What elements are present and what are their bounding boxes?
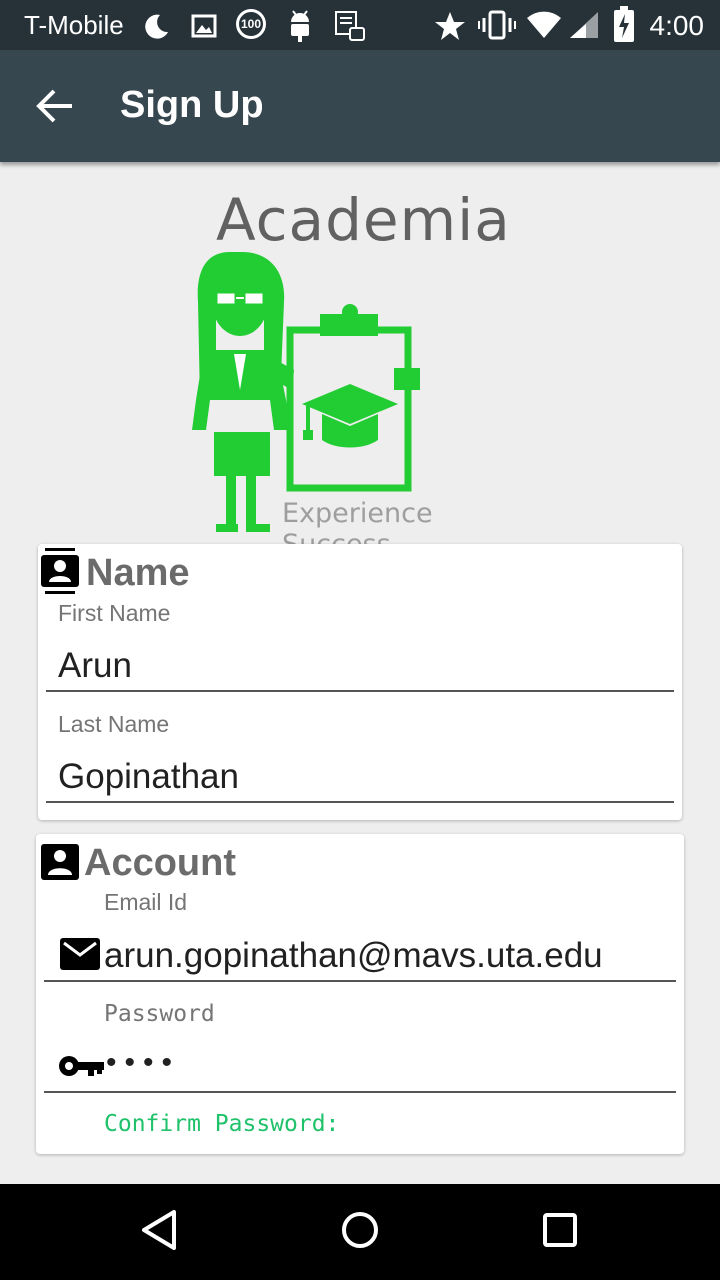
moon-icon — [145, 14, 168, 39]
last-name-label: Last Name — [58, 711, 170, 737]
email-field[interactable]: arun.gopinathan@mavs.uta.edu — [104, 936, 603, 976]
first-name-field[interactable]: Arun — [58, 646, 132, 686]
carrier-name: T-Mobile — [24, 10, 124, 40]
page-title: Sign Up — [120, 84, 264, 126]
back-triangle-icon[interactable] — [140, 1208, 180, 1252]
password-field[interactable]: •••• — [106, 1046, 180, 1080]
key-icon — [59, 1056, 104, 1076]
email-icon — [60, 938, 100, 970]
last-name-underline — [46, 801, 674, 803]
vibrate-icon — [478, 10, 516, 40]
back-arrow-icon[interactable] — [36, 88, 76, 124]
section-title-name: Name — [86, 552, 190, 594]
badge-100-icon: 100 — [236, 9, 266, 39]
confirm-password-label: Confirm Password: — [104, 1111, 340, 1137]
name-section-card: Name First Name Arun Last Name Gopinatha… — [38, 544, 682, 820]
home-circle-icon[interactable] — [340, 1208, 380, 1252]
logo-brand-text: Academia — [216, 186, 511, 254]
teacher-clipboard-illustration — [192, 252, 420, 532]
email-label: Email Id — [104, 889, 188, 915]
recents-square-icon[interactable] — [540, 1208, 580, 1252]
navigation-bar — [0, 1184, 720, 1280]
account-box-icon — [41, 844, 79, 880]
android-icon — [291, 10, 309, 42]
password-label: Password — [104, 1001, 215, 1027]
signal-icon — [570, 12, 598, 38]
academia-logo: Academia Experience — [190, 180, 535, 560]
wifi-icon — [527, 11, 561, 38]
email-underline — [44, 980, 676, 982]
contacts-icon — [41, 548, 79, 594]
password-underline — [44, 1091, 676, 1093]
status-bar: T-Mobile 100 4:00 — [0, 0, 720, 50]
last-name-field[interactable]: Gopinathan — [58, 757, 239, 797]
first-name-underline — [46, 690, 674, 692]
section-title-account: Account — [84, 842, 236, 884]
image-icon — [191, 14, 217, 38]
first-name-label: First Name — [58, 600, 171, 626]
clock: 4:00 — [649, 10, 705, 41]
battery-icon — [614, 6, 634, 42]
account-section-card: Account Email Id arun.gopinathan@mavs.ut… — [36, 834, 684, 1154]
star-icon — [435, 12, 465, 40]
app-bar: Sign Up — [0, 50, 720, 162]
notes-icon — [335, 11, 365, 41]
